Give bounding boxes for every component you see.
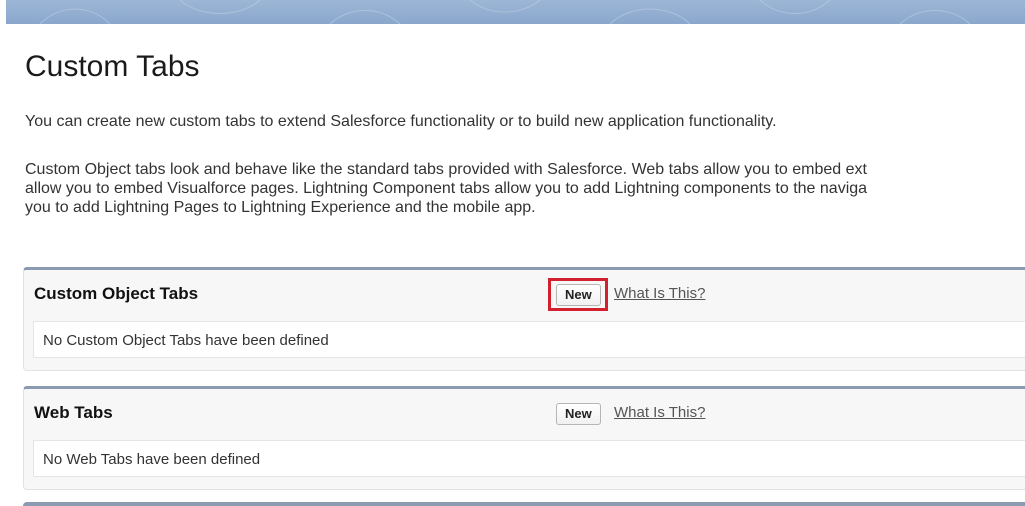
empty-message: No Custom Object Tabs have been defined	[43, 332, 329, 349]
new-web-tab-button[interactable]: New	[556, 403, 601, 425]
description-line: allow you to embed Visualforce pages. Li…	[25, 180, 868, 197]
description-text: Custom Object tabs look and behave like …	[25, 160, 1025, 217]
intro-text: You can create new custom tabs to extend…	[25, 113, 777, 130]
section-body: No Custom Object Tabs have been defined	[33, 321, 1025, 358]
description-line: Custom Object tabs look and behave like …	[25, 161, 867, 178]
page-title: Custom Tabs	[25, 50, 200, 83]
banner-edge	[0, 0, 6, 24]
header-banner	[0, 0, 1025, 24]
custom-object-tabs-section: Custom Object Tabs New What Is This? No …	[23, 267, 1025, 371]
description-line: you to add Lightning Pages to Lightning …	[25, 199, 536, 216]
next-section-border	[23, 502, 1025, 506]
web-tabs-section: Web Tabs New What Is This? No Web Tabs h…	[23, 386, 1025, 490]
section-title: Web Tabs	[34, 403, 113, 422]
empty-message: No Web Tabs have been defined	[43, 451, 261, 468]
what-is-this-link[interactable]: What Is This?	[614, 404, 705, 421]
section-body: No Web Tabs have been defined	[33, 440, 1025, 477]
section-title: Custom Object Tabs	[34, 284, 199, 303]
what-is-this-link[interactable]: What Is This?	[614, 285, 705, 302]
banner-pattern	[39, 0, 971, 24]
new-custom-object-tab-button[interactable]: New	[556, 284, 601, 306]
